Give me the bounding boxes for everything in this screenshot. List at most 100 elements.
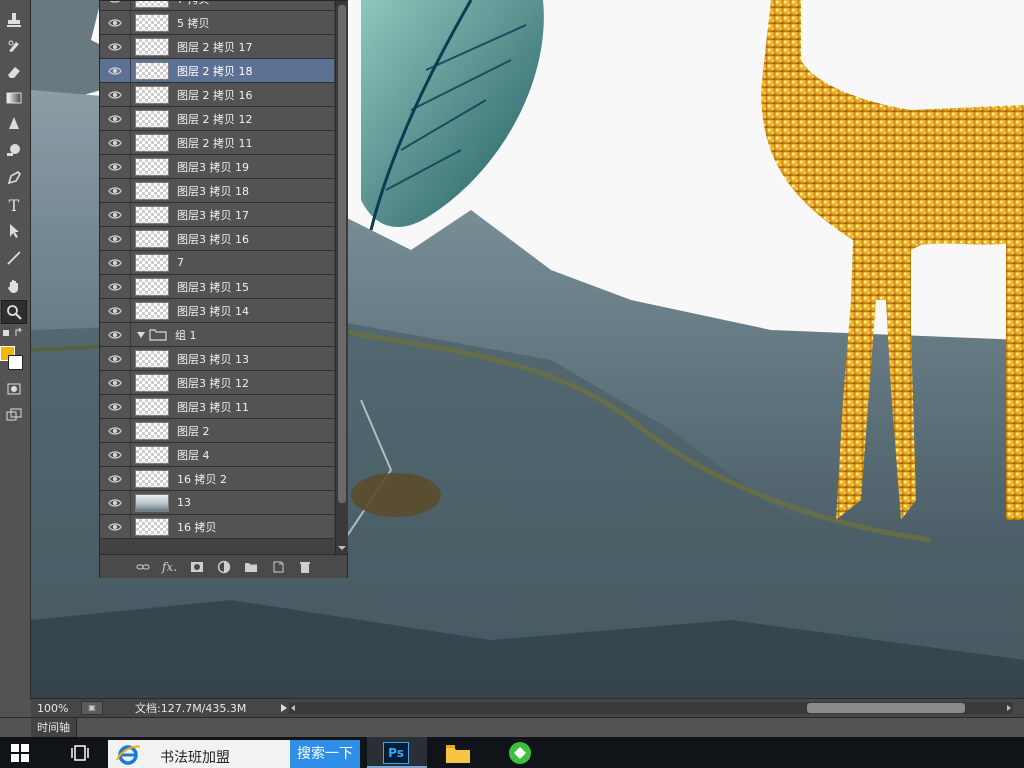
- dodge-tool-icon[interactable]: [1, 138, 27, 162]
- layer-thumbnail: [135, 373, 169, 392]
- link-layers-icon[interactable]: [135, 559, 151, 575]
- line-tool-icon[interactable]: [1, 246, 27, 270]
- layer-visibility-eye-icon[interactable]: [100, 203, 131, 226]
- status-bar: 100% ▣ 文档:127.7M/435.3M: [31, 698, 1024, 717]
- tab-timeline[interactable]: 时间轴: [31, 718, 77, 738]
- layer-row[interactable]: 图层3 拷贝 17: [100, 203, 334, 227]
- layer-visibility-eye-icon[interactable]: [100, 179, 131, 202]
- zoom-preview-icon[interactable]: ▣: [81, 701, 103, 715]
- pen-tool-icon[interactable]: [1, 166, 27, 190]
- layer-name: 图层 2: [177, 424, 210, 438]
- zoom-level[interactable]: 100%: [31, 702, 81, 715]
- swap-colors-icon[interactable]: [2, 326, 26, 340]
- layer-visibility-eye-icon[interactable]: [100, 131, 131, 154]
- layer-row[interactable]: 图层3 拷贝 19: [100, 155, 334, 179]
- zoom-tool-icon[interactable]: [1, 300, 27, 324]
- start-button[interactable]: [0, 737, 40, 768]
- layer-row[interactable]: 7: [100, 251, 334, 275]
- adjustment-layer-icon[interactable]: [216, 559, 232, 575]
- background-color-swatch[interactable]: [8, 355, 23, 370]
- layer-row[interactable]: 图层 2 拷贝 18: [100, 59, 334, 83]
- new-layer-icon[interactable]: [270, 559, 286, 575]
- type-tool-icon[interactable]: T: [1, 193, 27, 217]
- layer-row[interactable]: 组 1: [100, 323, 334, 347]
- layer-row[interactable]: 16 拷贝 2: [100, 467, 334, 491]
- layer-visibility-eye-icon[interactable]: [100, 371, 131, 394]
- layer-visibility-eye-icon[interactable]: [100, 347, 131, 370]
- scroll-right-arrow-icon[interactable]: [1007, 705, 1011, 711]
- layer-name: 图层3 拷贝 16: [177, 232, 249, 246]
- layer-row[interactable]: 图层3 拷贝 16: [100, 227, 334, 251]
- group-expand-arrow-icon[interactable]: [137, 331, 145, 338]
- layer-name: 图层3 拷贝 12: [177, 376, 249, 390]
- layer-visibility-eye-icon[interactable]: [100, 251, 131, 274]
- taskbar-green-app-button[interactable]: [500, 737, 540, 768]
- taskbar-search-text: 书法班加盟: [160, 750, 230, 766]
- taskbar-search-button[interactable]: 搜索一下: [290, 740, 360, 768]
- horizontal-scrollbar[interactable]: [289, 702, 1013, 714]
- layer-row[interactable]: 7 拷贝: [100, 1, 334, 11]
- layer-visibility-eye-icon[interactable]: [100, 443, 131, 466]
- scroll-left-arrow-icon[interactable]: [291, 705, 295, 711]
- layer-visibility-eye-icon[interactable]: [100, 323, 131, 346]
- layer-visibility-eye-icon[interactable]: [100, 155, 131, 178]
- layer-visibility-eye-icon[interactable]: [100, 227, 131, 250]
- layer-visibility-eye-icon[interactable]: [100, 515, 131, 538]
- layer-row[interactable]: 图层 2 拷贝 16: [100, 83, 334, 107]
- layer-row[interactable]: 图层 2 拷贝 11: [100, 131, 334, 155]
- eraser-tool-icon[interactable]: [1, 60, 27, 84]
- layer-name: 图层 2 拷贝 17: [177, 40, 253, 54]
- fx-button[interactable]: fx.: [162, 559, 178, 575]
- status-menu-arrow-icon[interactable]: [281, 704, 287, 712]
- hand-tool-icon[interactable]: [1, 274, 27, 298]
- layer-visibility-eye-icon[interactable]: [100, 467, 131, 490]
- layer-thumbnail: [135, 493, 169, 512]
- layers-scroll-thumb[interactable]: [338, 5, 346, 503]
- layer-visibility-eye-icon[interactable]: [100, 11, 131, 34]
- layer-visibility-eye-icon[interactable]: [100, 107, 131, 130]
- windows-logo-icon: [11, 743, 29, 762]
- layer-visibility-eye-icon[interactable]: [100, 1, 131, 10]
- delete-layer-icon[interactable]: [297, 559, 313, 575]
- path-selection-tool-icon[interactable]: [1, 219, 27, 243]
- quick-mask-tool-icon[interactable]: [1, 377, 27, 401]
- blur-tool-icon[interactable]: [1, 112, 27, 136]
- layer-row[interactable]: 图层3 拷贝 12: [100, 371, 334, 395]
- layer-row[interactable]: 图层 2: [100, 419, 334, 443]
- screen-mode-tool-icon[interactable]: [1, 403, 27, 427]
- horizontal-scroll-thumb[interactable]: [807, 703, 965, 713]
- timeline-panel-bar: 时间轴: [0, 717, 1024, 738]
- history-brush-tool-icon[interactable]: [1, 34, 27, 58]
- taskbar-search-box[interactable]: 书法班加盟: [108, 740, 290, 768]
- layer-row[interactable]: 图层 2 拷贝 12: [100, 107, 334, 131]
- layer-row[interactable]: 图层3 拷贝 11: [100, 395, 334, 419]
- layer-visibility-eye-icon[interactable]: [100, 83, 131, 106]
- add-mask-icon[interactable]: [189, 559, 205, 575]
- layer-row[interactable]: 图层 2 拷贝 17: [100, 35, 334, 59]
- layer-visibility-eye-icon[interactable]: [100, 275, 131, 298]
- layer-visibility-eye-icon[interactable]: [100, 395, 131, 418]
- layer-name: 图层 2 拷贝 16: [177, 88, 253, 102]
- layer-row[interactable]: 图层3 拷贝 18: [100, 179, 334, 203]
- layer-visibility-eye-icon[interactable]: [100, 59, 131, 82]
- layer-row[interactable]: 图层3 拷贝 13: [100, 347, 334, 371]
- layer-row[interactable]: 13: [100, 491, 334, 515]
- layer-row[interactable]: 16 拷贝: [100, 515, 334, 539]
- layer-thumbnail: [135, 445, 169, 464]
- layer-row[interactable]: 图层3 拷贝 14: [100, 299, 334, 323]
- layer-visibility-eye-icon[interactable]: [100, 299, 131, 322]
- taskbar-photoshop-button[interactable]: Ps: [367, 737, 427, 768]
- gradient-tool-icon[interactable]: [1, 86, 27, 110]
- new-group-icon[interactable]: [243, 559, 259, 575]
- taskbar-file-explorer-button[interactable]: [440, 737, 476, 768]
- scroll-down-arrow-icon[interactable]: [338, 546, 346, 550]
- layer-row[interactable]: 图层3 拷贝 15: [100, 275, 334, 299]
- layer-visibility-eye-icon[interactable]: [100, 35, 131, 58]
- layers-scrollbar[interactable]: [335, 1, 348, 554]
- stamp-tool-icon[interactable]: [1, 8, 27, 32]
- layer-row[interactable]: 5 拷贝: [100, 11, 334, 35]
- task-view-button[interactable]: [62, 737, 98, 768]
- layer-row[interactable]: 图层 4: [100, 443, 334, 467]
- layer-visibility-eye-icon[interactable]: [100, 419, 131, 442]
- layer-visibility-eye-icon[interactable]: [100, 491, 131, 514]
